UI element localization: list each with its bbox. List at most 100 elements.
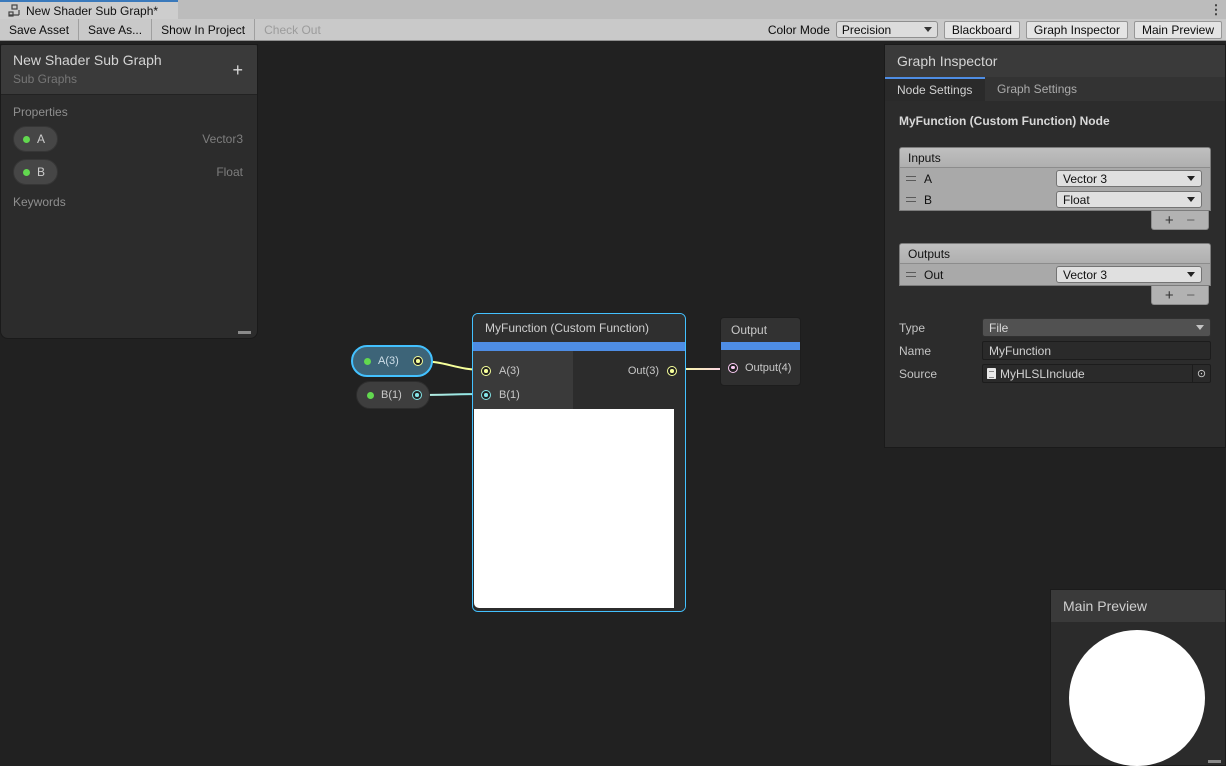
file-icon [987,368,996,379]
input-port-row: A(3) [473,359,573,383]
property-node-a[interactable]: A(3) [351,345,433,377]
node-preview-area [473,409,685,611]
chevron-down-icon [1187,272,1195,277]
blackboard-toggle-button[interactable]: Blackboard [944,21,1020,39]
node-preview-image [474,409,674,608]
property-node-label: A(3) [378,355,399,367]
input-type-value: Float [1063,193,1090,207]
properties-section-label: Properties [1,95,257,119]
panel-resize-handle[interactable] [1208,760,1221,763]
save-as-button[interactable]: Save As... [79,19,152,40]
node-title[interactable]: Output [721,318,800,342]
port-input-b[interactable] [481,390,491,400]
tab-new-shader-sub-graph[interactable]: New Shader Sub Graph* [0,0,178,19]
chevron-down-icon [924,27,932,32]
toolbar-right-group: Color Mode Precision Blackboard Graph In… [768,19,1226,40]
function-settings-fields: Type File Name MyFunction Source [899,318,1211,383]
precision-color-bar [473,342,685,351]
source-object: MyHLSLInclude [983,367,1192,381]
port-a-output[interactable] [413,356,423,366]
port-output-input[interactable] [728,363,738,373]
property-type: Float [216,165,243,179]
property-row-b[interactable]: B Float [1,152,257,185]
node-port-area: Output(4) [721,350,800,385]
add-input-button[interactable]: + [1165,213,1174,228]
drag-handle-icon[interactable] [906,272,916,277]
output-list-row[interactable]: Out Vector 3 [900,264,1210,285]
window-menu-icon[interactable]: ⋮ [1206,0,1226,19]
chevron-down-icon [1187,176,1195,181]
type-value: File [989,321,1008,335]
blackboard-subtitle: Sub Graphs [13,72,245,86]
blackboard-header: New Shader Sub Graph Sub Graphs + [1,45,257,95]
property-row-a[interactable]: A Vector3 [1,119,257,152]
exposed-property-dot [23,169,30,176]
input-port-label: Output(4) [745,362,791,374]
input-list-row[interactable]: A Vector 3 [900,168,1210,189]
drag-handle-icon[interactable] [906,176,916,181]
toolbar-left-group: Save Asset Save As... Show In Project Ch… [0,19,330,40]
source-field-row: Source MyHLSLInclude ⊙ [899,364,1211,383]
type-field-row: Type File [899,318,1211,337]
drag-handle-icon[interactable] [906,197,916,202]
main-preview-title: Main Preview [1051,590,1225,622]
inputs-list-header: Inputs [900,148,1210,168]
source-object-field[interactable]: MyHLSLInclude ⊙ [982,364,1211,383]
output-port-label: Out(3) [628,365,659,377]
input-port-label: A(3) [499,365,520,377]
remove-output-button[interactable]: − [1186,288,1195,303]
main-preview-panel[interactable]: Main Preview [1050,589,1226,766]
remove-input-button[interactable]: − [1186,213,1195,228]
tab-label: New Shader Sub Graph* [26,4,158,18]
tab-node-settings[interactable]: Node Settings [885,77,985,101]
source-value: MyHLSLInclude [1000,367,1085,381]
inspector-body: MyFunction (Custom Function) Node Inputs… [885,114,1225,383]
tab-graph-settings[interactable]: Graph Settings [985,77,1089,101]
property-node-label: B(1) [381,389,402,401]
graph-inspector-toggle-button[interactable]: Graph Inspector [1026,21,1128,39]
property-name: A [37,132,45,146]
main-preview-toggle-button[interactable]: Main Preview [1134,21,1222,39]
input-name: A [924,172,932,186]
type-label: Type [899,321,982,335]
property-node-b[interactable]: B(1) [356,381,430,409]
output-node[interactable]: Output Output(4) [720,317,801,386]
input-type-dropdown[interactable]: Vector 3 [1056,170,1202,187]
selected-node-title: MyFunction (Custom Function) Node [899,114,1211,128]
object-picker-icon[interactable]: ⊙ [1192,365,1210,382]
panel-resize-handle[interactable] [238,331,251,334]
graph-inspector-panel[interactable]: Graph Inspector Node Settings Graph Sett… [884,44,1226,448]
node-port-area: A(3) B(1) Out(3) [473,351,685,409]
inputs-list: Inputs A Vector 3 B Float [899,147,1211,211]
node-title[interactable]: MyFunction (Custom Function) [473,314,685,342]
output-type-value: Vector 3 [1063,268,1107,282]
name-input[interactable]: MyFunction [982,341,1211,360]
graph-canvas[interactable]: A(3) B(1) MyFunction (Custom Function) A… [0,41,1226,766]
preview-sphere [1069,630,1205,766]
blackboard-panel[interactable]: New Shader Sub Graph Sub Graphs + Proper… [0,44,258,339]
input-list-row[interactable]: B Float [900,189,1210,210]
add-output-button[interactable]: + [1165,288,1174,303]
port-b-output[interactable] [412,390,422,400]
preview-resize-handle[interactable] [674,600,685,611]
port-input-a[interactable] [481,366,491,376]
node-output-column: Out(3) [573,351,685,409]
add-property-button[interactable]: + [232,61,243,79]
port-output-out[interactable] [667,366,677,376]
input-type-value: Vector 3 [1063,172,1107,186]
main-preview-viewport[interactable] [1051,622,1225,766]
exposed-property-dot [364,358,371,365]
color-mode-dropdown[interactable]: Precision [836,21,938,38]
property-pill[interactable]: A [13,126,58,152]
custom-function-node[interactable]: MyFunction (Custom Function) A(3) B(1) O… [472,313,686,612]
input-port-row: B(1) [473,383,573,407]
keywords-section-label: Keywords [1,185,257,209]
input-type-dropdown[interactable]: Float [1056,191,1202,208]
output-type-dropdown[interactable]: Vector 3 [1056,266,1202,283]
property-pill[interactable]: B [13,159,58,185]
save-asset-button[interactable]: Save Asset [0,19,79,40]
type-dropdown[interactable]: File [982,318,1211,337]
chevron-down-icon [1187,197,1195,202]
window-tab-bar: New Shader Sub Graph* ⋮ [0,0,1226,19]
show-in-project-button[interactable]: Show In Project [152,19,255,40]
